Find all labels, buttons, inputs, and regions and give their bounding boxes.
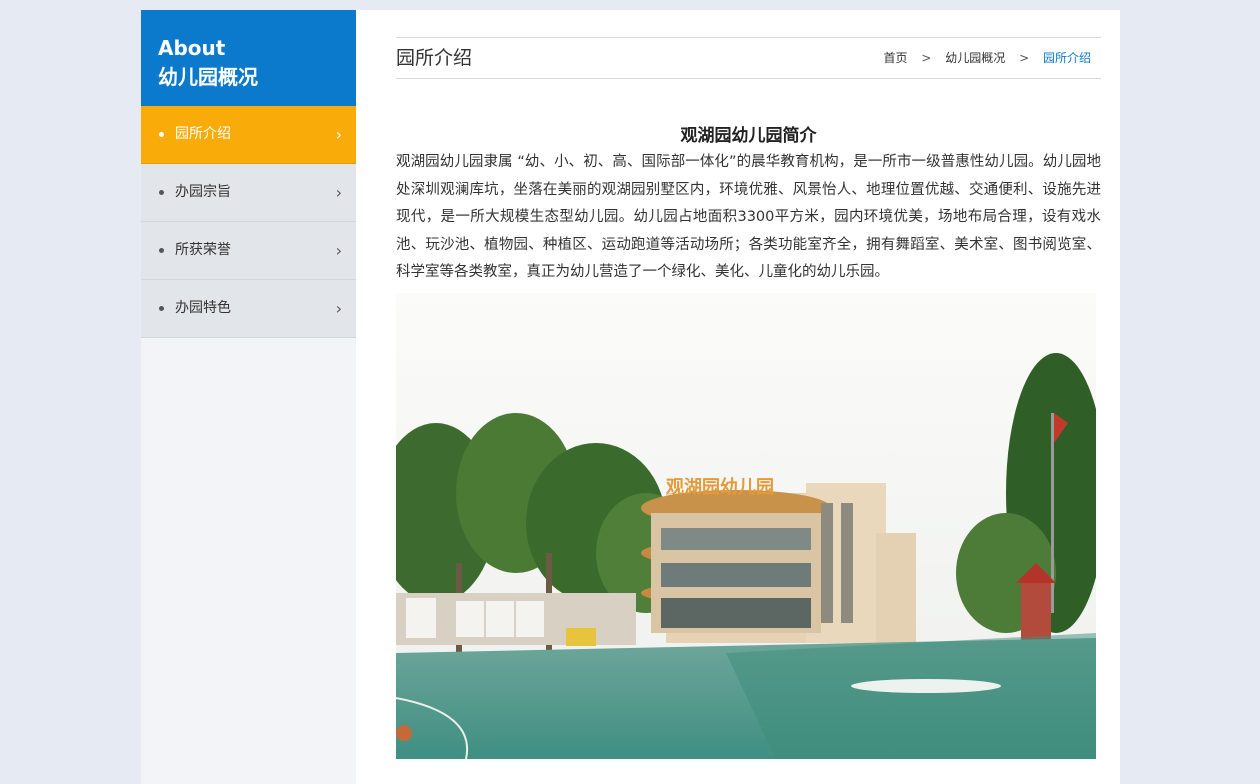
- kindergarten-photo: 观湖园幼儿园: [396, 292, 1096, 759]
- breadcrumb-separator: >: [1019, 51, 1030, 65]
- sidebar-item-label: 所获荣誉: [175, 242, 231, 258]
- page-container: About 幼儿园概况 园所介绍 › 办园宗旨 › 所获荣誉 › 办园特色 › …: [141, 10, 1120, 784]
- sidebar-item-label: 办园特色: [175, 300, 231, 316]
- chevron-right-icon: ›: [335, 125, 342, 144]
- page-title: 园所介绍: [396, 47, 473, 69]
- sidebar-item-mission[interactable]: 办园宗旨 ›: [141, 164, 356, 222]
- sidebar-header: About 幼儿园概况: [141, 10, 356, 106]
- svg-text:观湖园幼儿园: 观湖园幼儿园: [666, 476, 774, 498]
- sidebar-item-honors[interactable]: 所获荣誉 ›: [141, 222, 356, 280]
- article-body: 观湖园幼儿园隶属 “幼、小、初、高、国际部一体化”的晨华教育机构，是一所市一级普…: [396, 154, 1101, 280]
- title-bar: 园所介绍 首页 > 幼儿园概况 > 园所介绍: [396, 37, 1101, 79]
- sidebar-title-en: About: [158, 36, 226, 60]
- chevron-right-icon: ›: [335, 241, 342, 260]
- bullet-icon: [159, 132, 164, 137]
- main-content: 园所介绍 首页 > 幼儿园概况 > 园所介绍 观湖园幼儿园简介 观湖园幼儿园隶属…: [396, 10, 1101, 759]
- sidebar-item-label: 园所介绍: [175, 126, 231, 142]
- chevron-right-icon: ›: [335, 299, 342, 318]
- breadcrumb-home-link[interactable]: 首页: [884, 51, 908, 65]
- article-title: 观湖园幼儿园简介: [680, 126, 817, 146]
- breadcrumb-section-link[interactable]: 幼儿园概况: [945, 51, 1005, 65]
- kindergarten-photo-illustration: 观湖园幼儿园: [396, 292, 1096, 759]
- chevron-right-icon: ›: [335, 183, 342, 202]
- breadcrumb-separator: >: [921, 51, 932, 65]
- breadcrumb-current: 园所介绍: [1042, 51, 1091, 65]
- bullet-icon: [159, 190, 164, 195]
- sidebar: About 幼儿园概况 园所介绍 › 办园宗旨 › 所获荣誉 › 办园特色 ›: [141, 10, 356, 784]
- sidebar-item-intro[interactable]: 园所介绍 ›: [141, 106, 356, 164]
- sidebar-item-label: 办园宗旨: [175, 184, 231, 200]
- sidebar-menu: 园所介绍 › 办园宗旨 › 所获荣誉 › 办园特色 ›: [141, 106, 356, 338]
- sidebar-item-features[interactable]: 办园特色 ›: [141, 280, 356, 338]
- sidebar-title-zh: 幼儿园概况: [158, 65, 258, 89]
- bullet-icon: [159, 306, 164, 311]
- breadcrumb: 首页 > 幼儿园概况 > 园所介绍: [884, 50, 1091, 66]
- bullet-icon: [159, 248, 164, 253]
